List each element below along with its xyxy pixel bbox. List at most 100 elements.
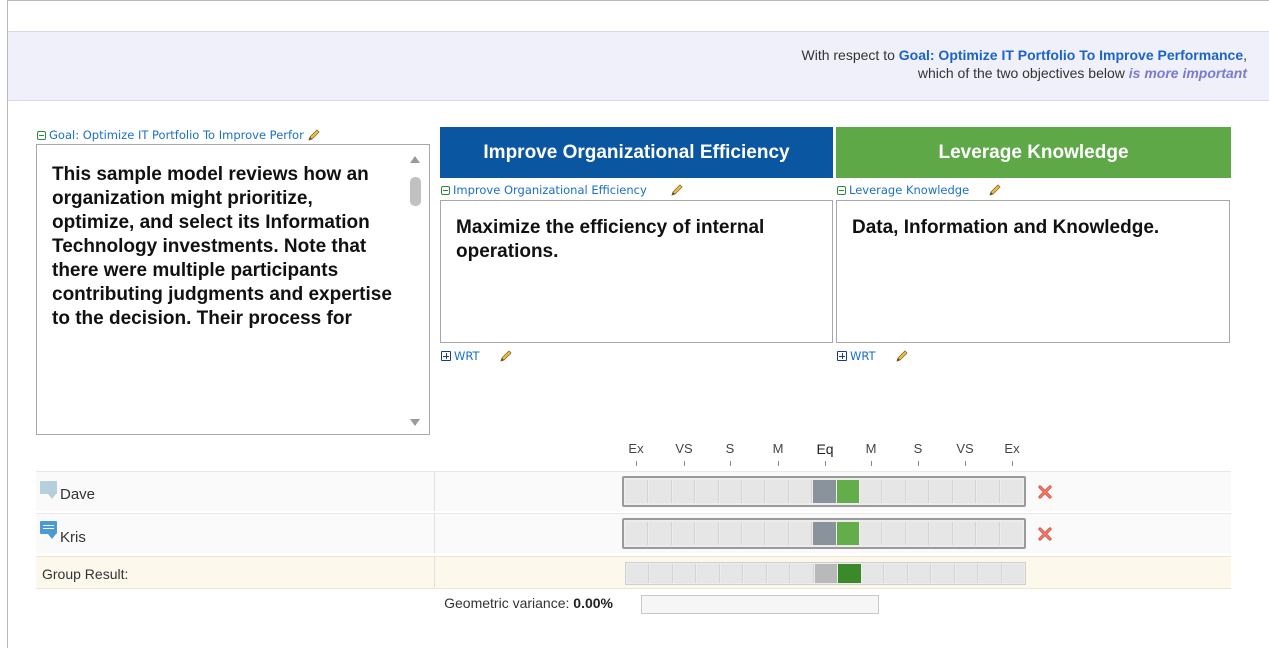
scale-label: Ex [628, 441, 644, 456]
pencil-icon[interactable] [498, 348, 514, 364]
scale-cell[interactable] [953, 480, 977, 503]
scale-cell[interactable] [883, 480, 906, 503]
scale-cell[interactable] [649, 522, 672, 545]
collapse-icon[interactable] [441, 185, 450, 195]
scale-cell[interactable] [626, 522, 649, 545]
participant-name: Kris [60, 529, 86, 546]
question-emphasis: is more important [1128, 65, 1247, 81]
scrollbar-thumb[interactable] [410, 177, 421, 206]
variance-value: 0.00% [573, 595, 613, 611]
right-objective-link[interactable]: Leverage Knowledge [849, 183, 969, 197]
scroll-up-arrow[interactable] [410, 156, 420, 163]
scale-cell[interactable] [860, 480, 883, 503]
pencil-icon[interactable] [987, 182, 1003, 198]
left-wrt-link[interactable]: WRT [441, 348, 514, 364]
question-banner: With respect to Goal: Optimize IT Portfo… [8, 31, 1269, 101]
delete-judgment-icon[interactable] [1036, 483, 1054, 501]
scale-label: VS [956, 441, 974, 456]
row-divider [434, 557, 435, 588]
wrt-label[interactable]: WRT [454, 349, 480, 363]
row-divider [434, 472, 435, 511]
judgment-scale-bar[interactable] [622, 518, 1026, 549]
scale-cell[interactable] [696, 522, 719, 545]
scale-cell[interactable] [743, 480, 766, 503]
left-objective-label[interactable]: Improve Organizational Efficiency [441, 182, 685, 198]
judgment-row-dave: Dave [36, 471, 1231, 511]
goal-description: This sample model reviews how an organiz… [52, 164, 392, 329]
comment-bubble-icon[interactable] [40, 481, 57, 499]
scale-cell[interactable] [696, 480, 719, 503]
scale-label: VS [675, 441, 693, 456]
scale-tick [636, 461, 637, 466]
scale-cell[interactable] [766, 480, 789, 503]
collapse-icon[interactable] [37, 130, 46, 140]
scale-cell[interactable] [743, 522, 766, 545]
scale-cell[interactable] [977, 522, 1000, 545]
scale-cell[interactable] [906, 480, 930, 503]
scale-cell[interactable] [836, 480, 860, 503]
right-wrt-link[interactable]: WRT [837, 348, 910, 364]
judgment-row-kris: Kris [36, 513, 1231, 553]
scale-cell[interactable] [860, 522, 883, 545]
scale-cell[interactable] [813, 522, 836, 545]
expand-icon[interactable] [441, 351, 451, 361]
group-scale-cell [767, 564, 791, 583]
scale-tick [965, 461, 966, 466]
scale-cell[interactable] [836, 522, 860, 545]
scale-cell[interactable] [626, 480, 649, 503]
group-scale-cell [838, 564, 861, 583]
left-objective-header: Improve Organizational Efficiency [440, 127, 833, 178]
right-objective-header: Leverage Knowledge [836, 127, 1231, 178]
group-scale-cell [627, 564, 650, 583]
group-scale-cell [1002, 564, 1024, 583]
group-scale-cell [650, 564, 673, 583]
scale-cell[interactable] [766, 522, 789, 545]
wrt-label[interactable]: WRT [850, 349, 876, 363]
scale-cell[interactable] [719, 522, 743, 545]
left-objective-link[interactable]: Improve Organizational Efficiency [453, 183, 647, 197]
goal-node-text[interactable]: Goal: Optimize IT Portfolio To Improve P… [49, 128, 304, 142]
right-objective-description-box[interactable]: Data, Information and Knowledge. [836, 200, 1230, 343]
goal-node-label[interactable]: Goal: Optimize IT Portfolio To Improve P… [37, 127, 409, 143]
right-objective-description: Data, Information and Knowledge. [852, 217, 1160, 238]
scale-cell[interactable] [930, 480, 953, 503]
scale-cell[interactable] [649, 480, 672, 503]
right-objective-label[interactable]: Leverage Knowledge [837, 182, 1003, 198]
pencil-icon[interactable] [669, 182, 685, 198]
comment-bubble-icon[interactable] [40, 521, 57, 539]
scale-cell[interactable] [672, 480, 696, 503]
scale-cell[interactable] [883, 522, 906, 545]
scale-cell[interactable] [719, 480, 743, 503]
variance-label: Geometric variance: 0.00% [444, 595, 613, 611]
pencil-icon[interactable] [894, 348, 910, 364]
scale-cell[interactable] [672, 522, 696, 545]
pencil-icon[interactable] [306, 127, 322, 143]
delete-judgment-icon[interactable] [1036, 525, 1054, 543]
scale-cell[interactable] [813, 480, 836, 503]
question-line2: which of the two objectives below [917, 65, 1125, 81]
group-scale-cell [979, 564, 1002, 583]
scroll-down-arrow[interactable] [410, 419, 420, 426]
collapse-icon[interactable] [837, 185, 846, 195]
goal-link[interactable]: Goal: Optimize IT Portfolio To Improve P… [899, 47, 1243, 63]
scale-cell[interactable] [977, 480, 1000, 503]
scale-cell[interactable] [789, 480, 813, 503]
group-result-row: Group Result: [36, 556, 1231, 589]
left-objective-description: Maximize the efficiency of internal oper… [456, 217, 765, 262]
scale-cell[interactable] [953, 522, 977, 545]
scale-labels: Ex VS S M Eq M S VS Ex [0, 441, 1269, 471]
scale-cell[interactable] [1000, 480, 1022, 503]
scale-cell[interactable] [1000, 522, 1022, 545]
scale-cell[interactable] [789, 522, 813, 545]
group-scale-cell [744, 564, 767, 583]
expand-icon[interactable] [837, 351, 847, 361]
scale-cell[interactable] [930, 522, 953, 545]
goal-description-box[interactable]: This sample model reviews how an organiz… [36, 144, 430, 435]
judgment-scale-bar[interactable] [622, 476, 1026, 507]
scale-tick [684, 461, 685, 466]
group-scale-cell [673, 564, 697, 583]
scale-cell[interactable] [906, 522, 930, 545]
scale-tick [730, 461, 731, 466]
group-scale-cell [885, 564, 908, 583]
left-objective-description-box[interactable]: Maximize the efficiency of internal oper… [440, 200, 833, 343]
